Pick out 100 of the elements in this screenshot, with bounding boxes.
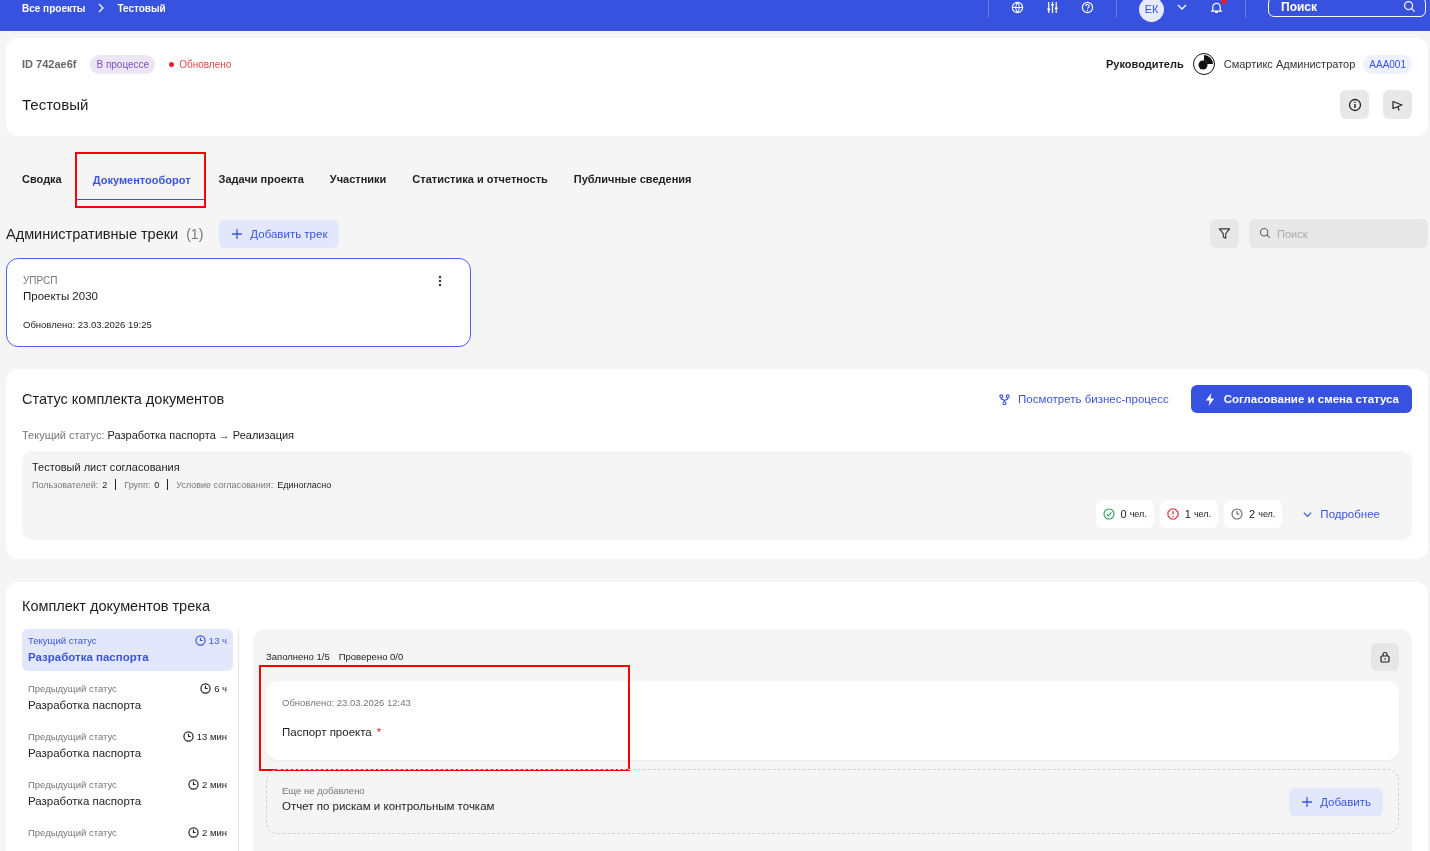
document-status: Еще не добавлено: [282, 785, 366, 796]
meta-value: Единогласно: [277, 479, 332, 490]
search-field[interactable]: Поиск: [1268, 0, 1426, 17]
status-label: Предыдущий статус: [28, 683, 117, 694]
plus-icon: [231, 227, 244, 240]
status-name: Разработка паспорта: [28, 795, 143, 807]
document-card[interactable]: Обновлено: 23.03.2026 12:43 Паспорт проекта *: [266, 681, 1399, 760]
filter-button[interactable]: [1210, 219, 1239, 248]
clock-icon: [188, 827, 199, 838]
status-item[interactable]: Предыдущий статус 2 мин: [22, 821, 233, 851]
track-name: Проекты 2030: [23, 290, 98, 302]
document-updated: Обновлено: 23.03.2026 12:43: [282, 697, 412, 708]
filter-icon: [1218, 227, 1231, 240]
business-process-link[interactable]: Посмотреть бизнес-процесс: [999, 393, 1169, 405]
status-label: Предыдущий статус: [28, 731, 117, 742]
panel-title: Комплект документов трека: [22, 598, 211, 614]
project-id: ID 742ae6f: [22, 58, 77, 70]
tab[interactable]: Задачи проекта: [205, 161, 317, 199]
info-icon: [1347, 97, 1362, 112]
manager-name: Смартикс Администратор: [1223, 58, 1356, 70]
sliders-icon[interactable]: [1046, 0, 1059, 14]
updated-label: Обновлено: [179, 58, 232, 70]
tab[interactable]: Публичные сведения: [560, 161, 705, 199]
status-duration: 13 ч: [208, 635, 227, 646]
info-button[interactable]: [1340, 90, 1369, 119]
lock-button[interactable]: [1371, 643, 1399, 671]
meta-value: 0: [154, 479, 160, 490]
clock-icon: [194, 635, 206, 646]
counter-value: 0: [1120, 508, 1127, 520]
help-icon[interactable]: [1081, 0, 1094, 14]
meta-value: 2: [102, 479, 108, 490]
bell-icon[interactable]: [1210, 0, 1223, 14]
clock-icon: [1231, 508, 1244, 520]
track-count: (1): [186, 225, 204, 242]
more-icon[interactable]: [438, 275, 442, 287]
plus-icon: [1301, 796, 1314, 808]
status-label: Предыдущий статус: [28, 779, 117, 790]
document-name: Отчет по рискам и контрольным точкам: [282, 800, 495, 812]
tab[interactable]: Сводка: [6, 161, 75, 199]
filled-count: Заполнено 1/5: [266, 652, 330, 662]
checked-count: Проверено 0/0: [338, 652, 404, 662]
approval-button[interactable]: Согласование и смена статуса: [1190, 385, 1412, 413]
search-field[interactable]: Поиск: [1249, 219, 1428, 248]
user-avatar[interactable]: ЕК: [1139, 0, 1164, 22]
status-item[interactable]: Предыдущий статус 6 ч Разработка паспорта: [22, 677, 233, 719]
status-badge: В процессе: [90, 54, 156, 74]
clock-icon: [182, 731, 194, 742]
search-icon: [1403, 0, 1416, 13]
track-card[interactable]: УПРСП Проекты 2030 Обновлено: 23.03.2026 19:25: [6, 258, 471, 347]
breadcrumb-link[interactable]: Тестовый: [117, 2, 166, 14]
approval-list-name: Тестовый лист согласования: [32, 461, 181, 473]
panel-title: Статус комплекта документов: [22, 391, 225, 407]
counter-unit: чел.: [1193, 509, 1212, 519]
details-link[interactable]: Подробнее: [1288, 508, 1402, 520]
lock-icon: [1379, 651, 1391, 663]
status-duration: 6 ч: [214, 683, 227, 694]
check-circle-icon: [1102, 508, 1115, 520]
track-code: УПРСП: [23, 275, 59, 286]
counter-unit: чел.: [1129, 509, 1147, 519]
manager-code: AAA001: [1363, 54, 1412, 74]
counter-value: 1: [1184, 508, 1191, 520]
breadcrumb-link[interactable]: Все проекты: [22, 2, 86, 14]
status-item[interactable]: Текущий статус 13 ч Разработка паспорта: [22, 629, 233, 671]
status-duration: 13 мин: [196, 731, 227, 742]
counter-value: 2: [1249, 508, 1256, 520]
status-item[interactable]: Предыдущий статус 2 мин Разработка паспорта: [22, 773, 233, 815]
add-document-button[interactable]: Добавить: [1289, 788, 1383, 816]
required-mark: *: [376, 726, 382, 738]
status-name: Разработка паспорта: [28, 747, 143, 759]
search-icon: [1259, 227, 1271, 239]
clock-icon: [188, 779, 199, 790]
meta-label: Пользователей:: [32, 479, 99, 490]
meta-label: Групп:: [124, 479, 151, 490]
counter-unit: чел.: [1258, 509, 1276, 519]
meta-label: Условие согласования:: [176, 479, 274, 490]
project-title: Тестовый: [22, 96, 89, 113]
status-duration: 2 мин: [202, 827, 227, 838]
status-label: Предыдущий статус: [28, 827, 117, 838]
section-title: Административные треки: [6, 225, 179, 242]
status-item[interactable]: Предыдущий статус 13 мин Разработка паспорта: [22, 725, 233, 767]
status-name: Разработка паспорта: [28, 651, 150, 663]
tab[interactable]: Участники: [316, 161, 400, 199]
flow-icon: [999, 393, 1011, 405]
alert-octagon-icon: [1166, 508, 1179, 520]
status-name: Разработка паспорта: [28, 699, 143, 711]
updated-dot: [169, 61, 175, 67]
add-track-button[interactable]: Добавить трек: [219, 219, 340, 248]
tab[interactable]: Документооборот: [76, 162, 204, 200]
manager-label: Руководитель: [1106, 58, 1184, 70]
clock-icon: [200, 683, 212, 694]
lightning-icon: [1203, 392, 1216, 406]
document-name: Паспорт проекта: [282, 726, 372, 738]
organization-logo-icon: [1191, 52, 1216, 76]
megaphone-button[interactable]: [1383, 90, 1412, 119]
current-status-value: Разработка паспорта → Реализация: [107, 429, 295, 441]
track-updated: Обновлено: 23.03.2026 19:25: [23, 319, 153, 330]
status-duration: 2 мин: [202, 779, 227, 790]
globe-icon[interactable]: [1011, 0, 1024, 14]
status-label: Текущий статус: [28, 635, 97, 646]
tab[interactable]: Статистика и отчетность: [399, 161, 561, 199]
